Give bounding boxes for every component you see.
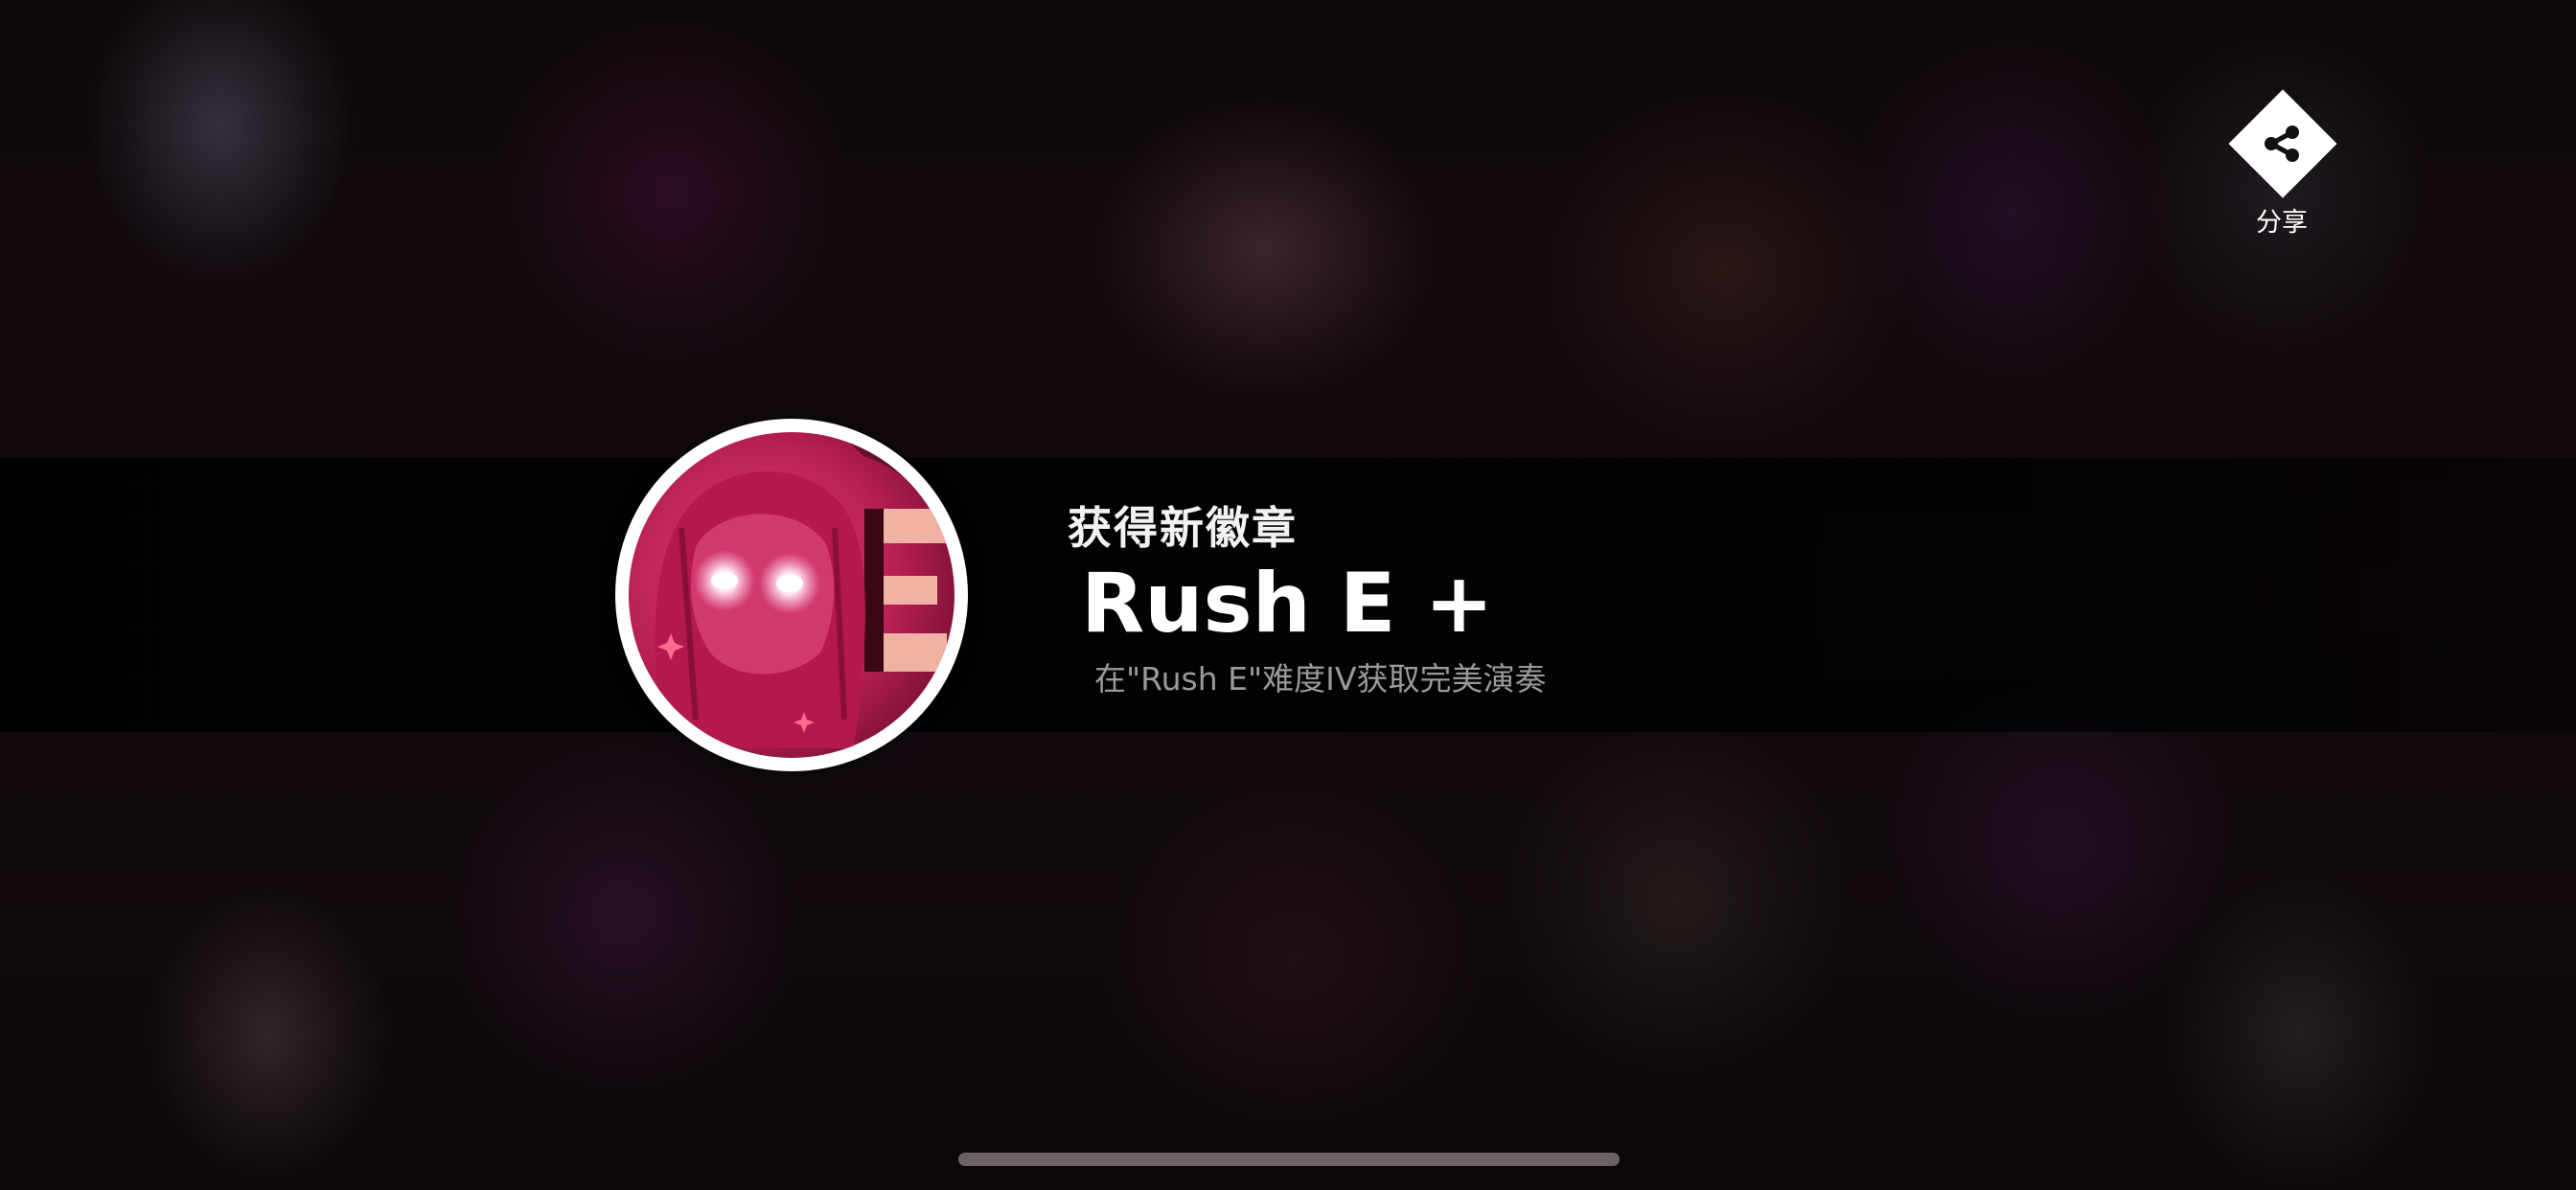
game-screen: 获得新徽章 Rush E + 在"Rush E"难度IV获取完美演奏 分享 <box>0 0 2576 1190</box>
badge-description: 在"Rush E"难度IV获取完美演奏 <box>1094 660 1547 698</box>
achievement-heading: 获得新徽章 <box>1068 502 1298 554</box>
home-indicator[interactable] <box>958 1153 1620 1166</box>
badge-name: Rush E + <box>1081 556 1494 652</box>
share-label: 分享 <box>2256 208 2308 238</box>
badge-medallion <box>615 419 968 771</box>
share-button[interactable]: 分享 <box>2225 89 2338 238</box>
share-icon <box>2265 126 2299 162</box>
badge-art-image <box>629 432 954 758</box>
